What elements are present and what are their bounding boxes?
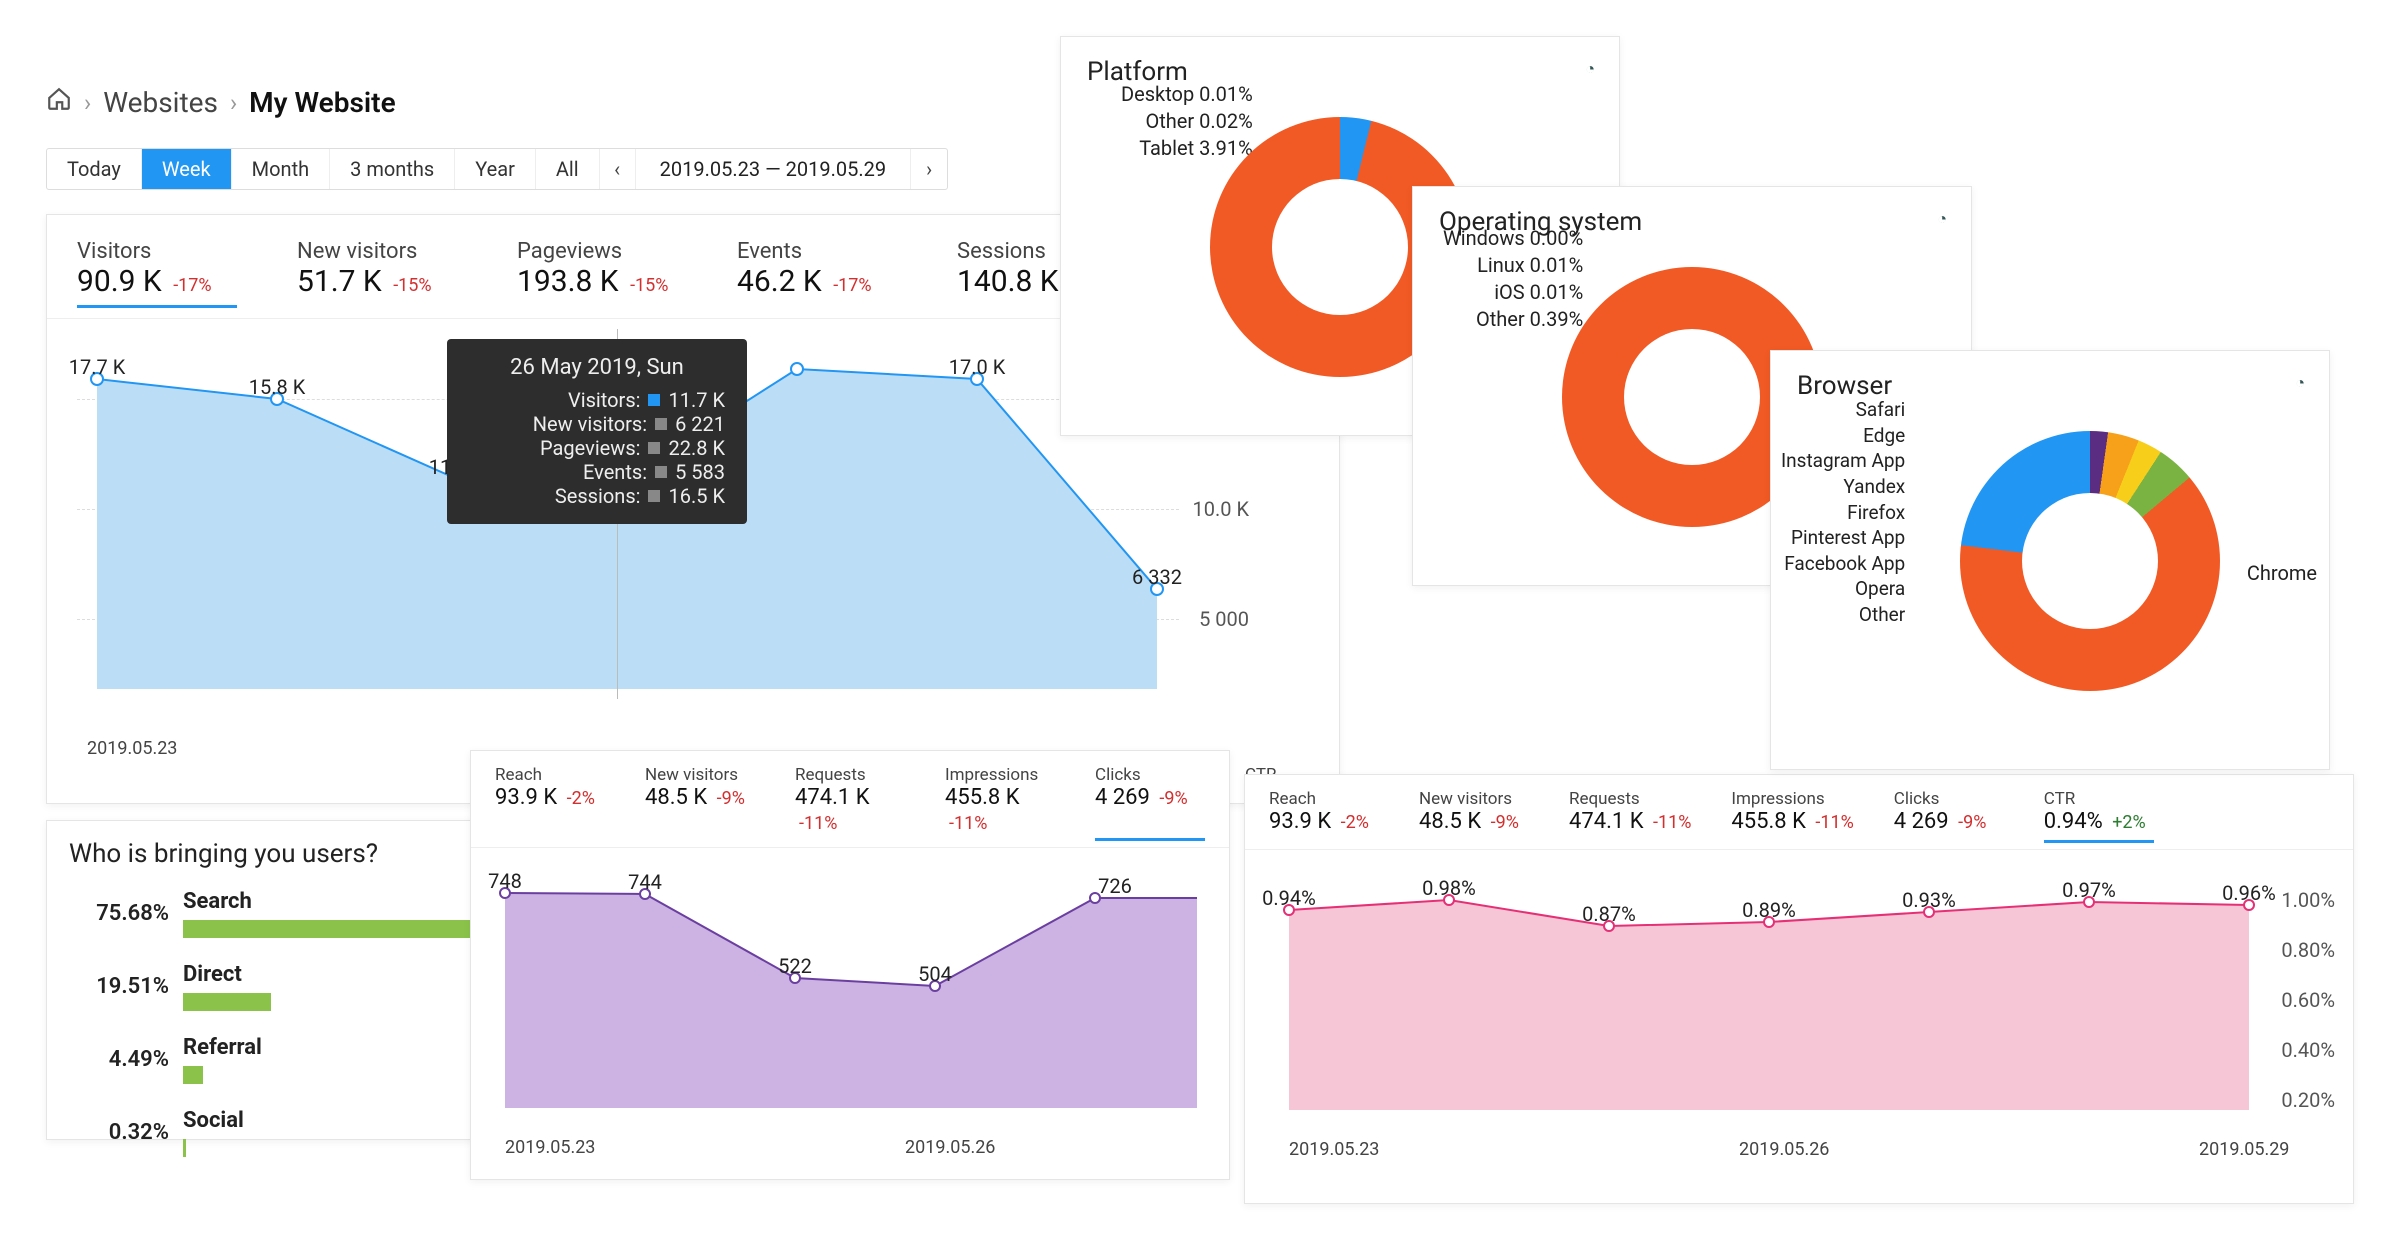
stat-row: Reach 93.9 K -2% New visitors 48.5 K -9%…	[471, 751, 1229, 848]
y-tick: 1.00%	[2281, 888, 2335, 912]
pt-label: 748	[488, 869, 522, 893]
pt-label: 0.87%	[1582, 902, 1636, 926]
traffic-row-direct[interactable]: 19.51% Direct	[69, 962, 523, 1011]
y-tick: 5 000	[1199, 607, 1249, 631]
pt-label: 6 332	[1132, 565, 1182, 589]
tab-week[interactable]: Week	[142, 149, 232, 189]
stat-pageviews[interactable]: Pageviews 193.8 K -15%	[517, 239, 677, 308]
legend-item: Linux 0.01%	[1443, 252, 1583, 279]
pt-label: 0.94%	[1262, 886, 1316, 910]
traffic-row-search[interactable]: 75.68% Search	[69, 889, 523, 938]
y-tick: 0.80%	[2281, 938, 2335, 962]
stat-events[interactable]: Events 46.2 K -17%	[737, 239, 897, 308]
legend-item: Pinterest App	[1781, 525, 1905, 551]
legend-item: Desktop 0.01%	[1121, 81, 1253, 108]
crumb-websites[interactable]: Websites	[103, 86, 218, 119]
legend-item: Firefox	[1781, 500, 1905, 526]
legend-item: Tablet 3.91%	[1121, 135, 1253, 162]
x-label: 2019.05.23	[505, 1137, 595, 1158]
chevron-right-icon: ›	[230, 89, 237, 117]
stat-reach[interactable]: Reach 93.9 K -2%	[495, 765, 605, 841]
pt-label: 504	[918, 962, 952, 986]
refresh-icon[interactable]: ◔	[1937, 209, 1947, 229]
ctr-chart[interactable]: 0.94% 0.98% 0.87% 0.89% 0.93% 0.97% 0.96…	[1269, 860, 2329, 1160]
breadcrumb: › Websites › My Website	[46, 86, 396, 119]
y-tick: 0.40%	[2281, 1038, 2335, 1062]
y-tick: 10.0 K	[1192, 497, 1249, 521]
pt-label: 17.7 K	[69, 355, 126, 379]
next-range-button[interactable]: ›	[911, 149, 947, 189]
tab-today[interactable]: Today	[47, 149, 142, 189]
legend-item: Windows 0.00%	[1443, 225, 1583, 252]
pt-label: 522	[778, 954, 812, 978]
legend-item: Other	[1781, 602, 1905, 628]
legend-item: Safari	[1781, 397, 1905, 423]
traffic-row-social[interactable]: 0.32% Social	[69, 1108, 523, 1157]
prev-range-button[interactable]: ‹	[600, 149, 636, 189]
stat-clicks[interactable]: Clicks 4 269 -9%	[1095, 765, 1205, 841]
crumb-current[interactable]: My Website	[249, 86, 395, 119]
clicks-card: Reach 93.9 K -2% New visitors 48.5 K -9%…	[470, 750, 1230, 1180]
chevron-right-icon: ›	[84, 89, 91, 117]
legend-item: Opera	[1781, 576, 1905, 602]
card-title: Platform	[1061, 37, 1619, 87]
stat-impressions[interactable]: Impressions 455.8 K -11%	[945, 765, 1055, 841]
stat-clicks[interactable]: Clicks 4 269 -9%	[1894, 789, 2004, 843]
range-tabs: Today Week Month 3 months Year All ‹ 201…	[46, 148, 948, 190]
pt-label: 0.89%	[1742, 898, 1796, 922]
traffic-row-referral[interactable]: 4.49% Referral	[69, 1035, 523, 1084]
y-tick: 0.60%	[2281, 988, 2335, 1012]
pt-label: 0.98%	[1422, 876, 1476, 900]
refresh-icon[interactable]: ◔	[1585, 59, 1595, 79]
legend-item: Other 0.39%	[1443, 306, 1583, 333]
browser-donut[interactable]	[1960, 431, 2220, 691]
y-tick: 0.20%	[2281, 1088, 2335, 1112]
x-label: 2019.05.23	[1289, 1139, 1379, 1160]
stat-new visitors[interactable]: New visitors 51.7 K -15%	[297, 239, 457, 308]
stat-impressions[interactable]: Impressions 455.8 K -11%	[1731, 789, 1853, 843]
pt-label: 0.93%	[1902, 888, 1956, 912]
clicks-chart[interactable]: 748 744 522 504 726 2019.05.23 2019.05.2…	[495, 858, 1205, 1158]
stat-requests[interactable]: Requests 474.1 K -11%	[1569, 789, 1691, 843]
legend-item: iOS 0.01%	[1443, 279, 1583, 306]
legend-item: Other 0.02%	[1121, 108, 1253, 135]
stat-visitors[interactable]: Visitors 90.9 K -17%	[77, 239, 237, 308]
stat-row: Reach 93.9 K -2% New visitors 48.5 K -9%…	[1245, 775, 2353, 850]
browser-card: Browser ◔ Safari Edge Instagram App Yand…	[1770, 350, 2330, 770]
x-label: 2019.05.23	[87, 738, 177, 759]
tab-month[interactable]: Month	[232, 149, 330, 189]
tab-year[interactable]: Year	[455, 149, 536, 189]
legend-item: Yandex	[1781, 474, 1905, 500]
tab-all[interactable]: All	[536, 149, 600, 189]
legend-item: Facebook App	[1781, 551, 1905, 577]
x-label: 2019.05.26	[1739, 1139, 1829, 1160]
pt-label: 0.97%	[2062, 878, 2116, 902]
stat-requests[interactable]: Requests 474.1 K -11%	[795, 765, 905, 841]
pt-label: 0.96%	[2222, 881, 2276, 905]
stat-reach[interactable]: Reach 93.9 K -2%	[1269, 789, 1379, 843]
card-title: Browser	[1771, 351, 2329, 401]
pt-label: 744	[628, 870, 662, 894]
refresh-icon[interactable]: ◔	[2295, 373, 2305, 393]
donut-label: Chrome	[2247, 561, 2317, 585]
chart-tooltip: 26 May 2019, Sun Visitors: 11.7 KNew vis…	[447, 339, 747, 524]
stat-ctr[interactable]: CTR 0.94% +2%	[2044, 789, 2154, 843]
legend-item: Instagram App	[1781, 448, 1905, 474]
tooltip-title: 26 May 2019, Sun	[469, 355, 725, 380]
date-range[interactable]: 2019.05.23 — 2019.05.29	[636, 149, 911, 189]
tab-3months[interactable]: 3 months	[330, 149, 455, 189]
legend-item: Edge	[1781, 423, 1905, 449]
traffic-title: Who is bringing you users?	[69, 839, 523, 869]
pt-label: 17.0 K	[949, 355, 1006, 379]
stat-new visitors[interactable]: New visitors 48.5 K -9%	[645, 765, 755, 841]
x-label: 2019.05.29	[2199, 1139, 2289, 1160]
ctr-card: Reach 93.9 K -2% New visitors 48.5 K -9%…	[1244, 774, 2354, 1204]
pt-label: 726	[1098, 874, 1132, 898]
pt-label: 15.8 K	[249, 375, 306, 399]
home-icon[interactable]	[46, 86, 72, 119]
x-label: 2019.05.26	[905, 1137, 995, 1158]
stat-new visitors[interactable]: New visitors 48.5 K -9%	[1419, 789, 1529, 843]
